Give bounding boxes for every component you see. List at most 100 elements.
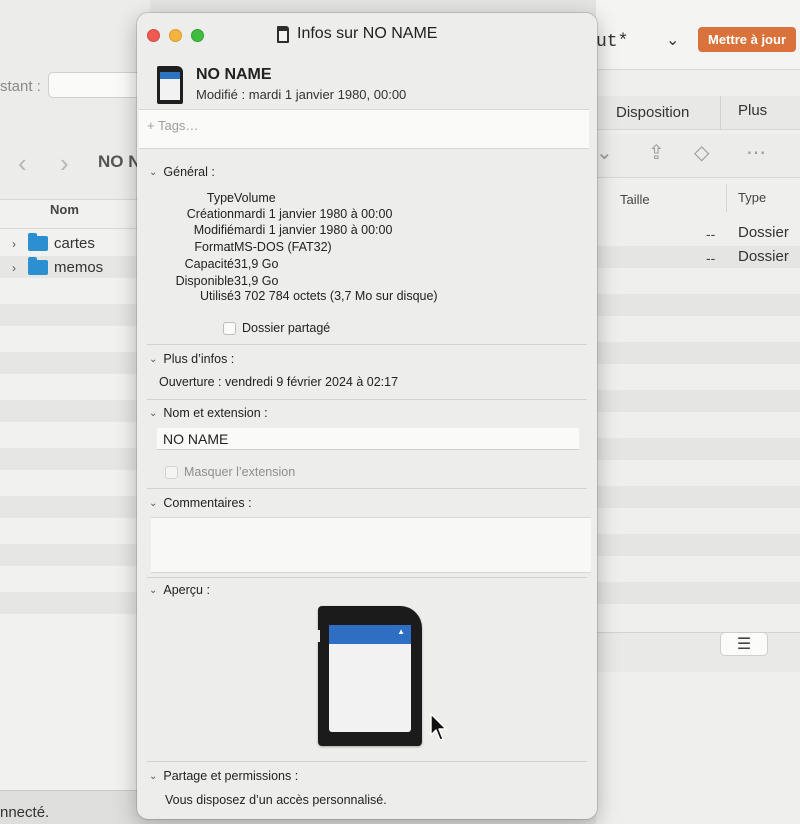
folder-icon (28, 233, 48, 251)
colon: : (227, 223, 231, 237)
info-value: mardi 1 janvier 1980 à 00:00 (234, 223, 393, 237)
list-item-label: cartes (54, 235, 95, 252)
window-title: Infos sur NO NAME (277, 25, 437, 43)
minimize-button[interactable] (169, 29, 182, 42)
shared-folder-checkbox[interactable] (223, 321, 236, 335)
row-stripe (0, 496, 150, 518)
cell-type: Dossier (738, 248, 789, 265)
view-options-icon[interactable]: ⌄ (596, 140, 613, 165)
status-field[interactable] (48, 72, 148, 98)
chevron-down-icon[interactable]: ⌄ (149, 408, 157, 419)
info-value: 3 702 784 octets (3,7 Mo sur disque) (234, 289, 438, 303)
sd-card-label-strip: ▲ (329, 625, 411, 644)
item-modified: Modifié : mardi 1 janvier 1980, 00:00 (196, 87, 407, 102)
section-comments-toggle[interactable]: ⌄ Commentaires : (149, 496, 252, 510)
row-stripe (0, 352, 150, 374)
row-stripe (0, 592, 150, 614)
status-label: stant : (0, 78, 41, 95)
shared-folder-label: Dossier partagé (242, 321, 331, 335)
menu-item-disposition[interactable]: Disposition (616, 104, 689, 121)
chevron-down-icon[interactable]: ⌄ (149, 771, 157, 782)
colon: : (227, 274, 231, 288)
more-icon[interactable]: ⋯ (746, 140, 766, 165)
colon: : (227, 240, 231, 254)
comments-textarea[interactable] (151, 517, 591, 573)
sd-card-face (329, 644, 411, 732)
document-title: ut* (596, 32, 629, 52)
colon: : (227, 257, 231, 271)
row-stripe (0, 448, 150, 470)
chevron-down-icon[interactable]: ⌄ (149, 585, 157, 596)
background-document-window: ut* ⌄ Mettre à jour Disposition Plus ⌄ ⇪… (596, 0, 800, 824)
sd-card-notch (316, 630, 320, 642)
row-stripe (596, 342, 800, 364)
section-comments-label: Commentaires : (163, 496, 252, 510)
maximize-button[interactable] (191, 29, 204, 42)
section-name-ext-toggle[interactable]: ⌄ Nom et extension : (149, 406, 268, 420)
chevron-right-icon[interactable]: › (12, 237, 22, 251)
section-more-info-label: Plus d’infos : (163, 352, 235, 366)
row-stripe (0, 400, 150, 422)
section-more-info-toggle[interactable]: ⌄ Plus d’infos : (149, 352, 234, 366)
permissions-text: Vous disposez d’un accès personnalisé. (165, 793, 387, 807)
info-key: Disponible (175, 274, 234, 288)
row-stripe (596, 486, 800, 508)
info-value: 31,9 Go (234, 274, 279, 288)
sd-card-icon (277, 25, 289, 43)
bottom-panel (596, 632, 800, 672)
tag-icon[interactable]: ◇ (694, 140, 709, 165)
section-general-toggle[interactable]: ⌄ Général : (149, 165, 215, 179)
cell-size: -- (706, 226, 716, 242)
list-item[interactable]: › cartes (12, 233, 95, 252)
sd-card-label-strip (160, 72, 180, 79)
column-header-name[interactable]: Nom (50, 202, 79, 217)
row-stripe (596, 438, 800, 460)
tags-input[interactable]: + Tags… (139, 109, 589, 149)
divider (147, 577, 587, 578)
divider (0, 228, 150, 229)
item-name: NO NAME (196, 66, 272, 83)
section-preview-toggle[interactable]: ⌄ Aperçu : (149, 583, 210, 597)
update-button[interactable]: Mettre à jour (698, 27, 796, 52)
back-arrow-icon[interactable]: ‹ (18, 148, 27, 179)
chevron-right-icon[interactable]: › (12, 261, 22, 275)
cell-type: Dossier (738, 224, 789, 241)
section-name-ext-label: Nom et extension : (163, 406, 268, 420)
opened-date: Ouverture : vendredi 9 février 2024 à 02… (159, 375, 399, 389)
row-stripe (0, 304, 150, 326)
hide-extension-checkbox[interactable] (165, 465, 178, 479)
menu-item-plus[interactable]: Plus (738, 102, 767, 119)
divider (147, 399, 587, 400)
name-input[interactable]: NO NAME (157, 428, 579, 450)
close-button[interactable] (147, 29, 160, 42)
share-icon[interactable]: ⇪ (648, 140, 665, 165)
shared-folder-option[interactable]: Dossier partagé (223, 321, 330, 335)
folder-icon (28, 257, 48, 275)
chevron-down-icon[interactable]: ⌄ (149, 498, 157, 509)
up-arrow-icon: ▲ (397, 627, 405, 636)
hide-extension-option[interactable]: Masquer l’extension (165, 465, 295, 479)
forward-arrow-icon[interactable]: › (60, 148, 69, 179)
info-window: Infos sur NO NAME NO NAME Modifié : mard… (137, 13, 597, 819)
list-view-icon[interactable]: ☰ (720, 632, 768, 656)
column-header-size[interactable]: Taille (620, 192, 650, 207)
section-sharing-toggle[interactable]: ⌄ Partage et permissions : (149, 769, 298, 783)
colon: : (227, 289, 231, 303)
colon: : (227, 191, 231, 205)
row-stripe (596, 294, 800, 316)
titlebar[interactable]: Infos sur NO NAME (137, 13, 597, 53)
cursor-icon (430, 713, 447, 741)
section-sharing-label: Partage et permissions : (163, 769, 299, 783)
list-item[interactable]: › memos (12, 257, 103, 276)
chevron-down-icon[interactable]: ⌄ (149, 354, 157, 365)
column-header-type[interactable]: Type (738, 190, 766, 205)
info-value: Volume (234, 191, 276, 205)
hide-extension-label: Masquer l’extension (184, 465, 296, 479)
chevron-down-icon[interactable]: ⌄ (149, 167, 157, 178)
chevron-down-icon[interactable]: ⌄ (666, 30, 679, 50)
divider (147, 488, 587, 489)
status-bar-text: nnecté. (0, 804, 50, 821)
section-preview-label: Aperçu : (163, 583, 210, 597)
section-general-label: Général : (163, 165, 215, 179)
row-stripe (596, 534, 800, 556)
